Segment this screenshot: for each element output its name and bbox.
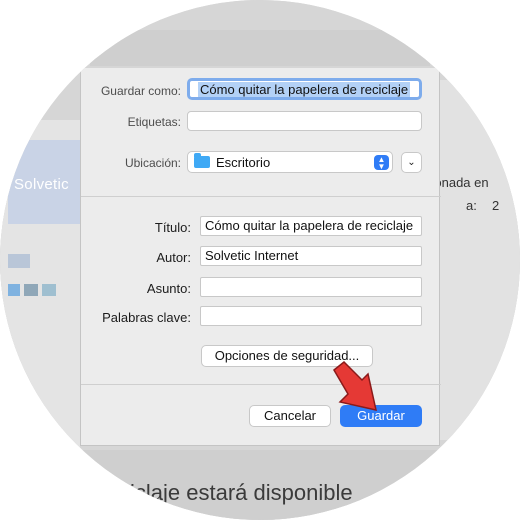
tags-label: Etiquetas: (127, 115, 181, 129)
save-as-input[interactable]: Cómo quitar la papelera de reciclaje (187, 78, 422, 100)
cancel-button[interactable]: Cancelar (249, 405, 331, 427)
save-as-label: Guardar como: (100, 84, 181, 98)
background-right-panel (440, 80, 520, 440)
background-thumbnail (24, 284, 38, 296)
author-input[interactable]: Solvetic Internet (200, 246, 422, 266)
background-thumbnail (8, 284, 20, 296)
chevron-down-icon: ⌄ (407, 157, 416, 168)
author-label: Autor: (156, 250, 191, 265)
folder-icon (194, 153, 210, 168)
save-as-value: Cómo quitar la papelera de reciclaje (198, 81, 411, 97)
tags-input[interactable] (187, 111, 422, 131)
background-right-label: a: (466, 198, 477, 213)
separator (81, 384, 441, 385)
subject-input[interactable] (200, 277, 422, 297)
keywords-input[interactable] (200, 306, 422, 326)
title-label: Título: (154, 220, 191, 235)
title-input[interactable]: Cómo quitar la papelera de reciclaje (200, 216, 422, 236)
location-value: Escritorio (216, 154, 271, 170)
red-arrow-icon (333, 360, 377, 411)
save-dialog: Guardar como: Cómo quitar la papelera de… (80, 68, 441, 446)
location-select[interactable]: Escritorio ▲ ▼ (187, 151, 393, 173)
background-logo: Solvetic (14, 176, 69, 193)
up-down-chevron-icon: ▲ ▼ (374, 155, 389, 171)
background-right-number: 2 (492, 198, 500, 213)
background-thumbnail (8, 254, 30, 268)
circular-frame: Solvetic cionada en a: 2 iclaje estará d… (0, 0, 520, 520)
background-toolbar (90, 30, 430, 66)
keywords-label: Palabras clave: (102, 310, 191, 325)
separator (81, 196, 441, 197)
background-thumbnail (42, 284, 56, 296)
subject-label: Asunto: (146, 281, 191, 296)
expand-button[interactable]: ⌄ (401, 152, 422, 173)
location-label: Ubicación: (124, 156, 181, 170)
background-bottom-text: iclaje estará disponible (130, 480, 353, 505)
